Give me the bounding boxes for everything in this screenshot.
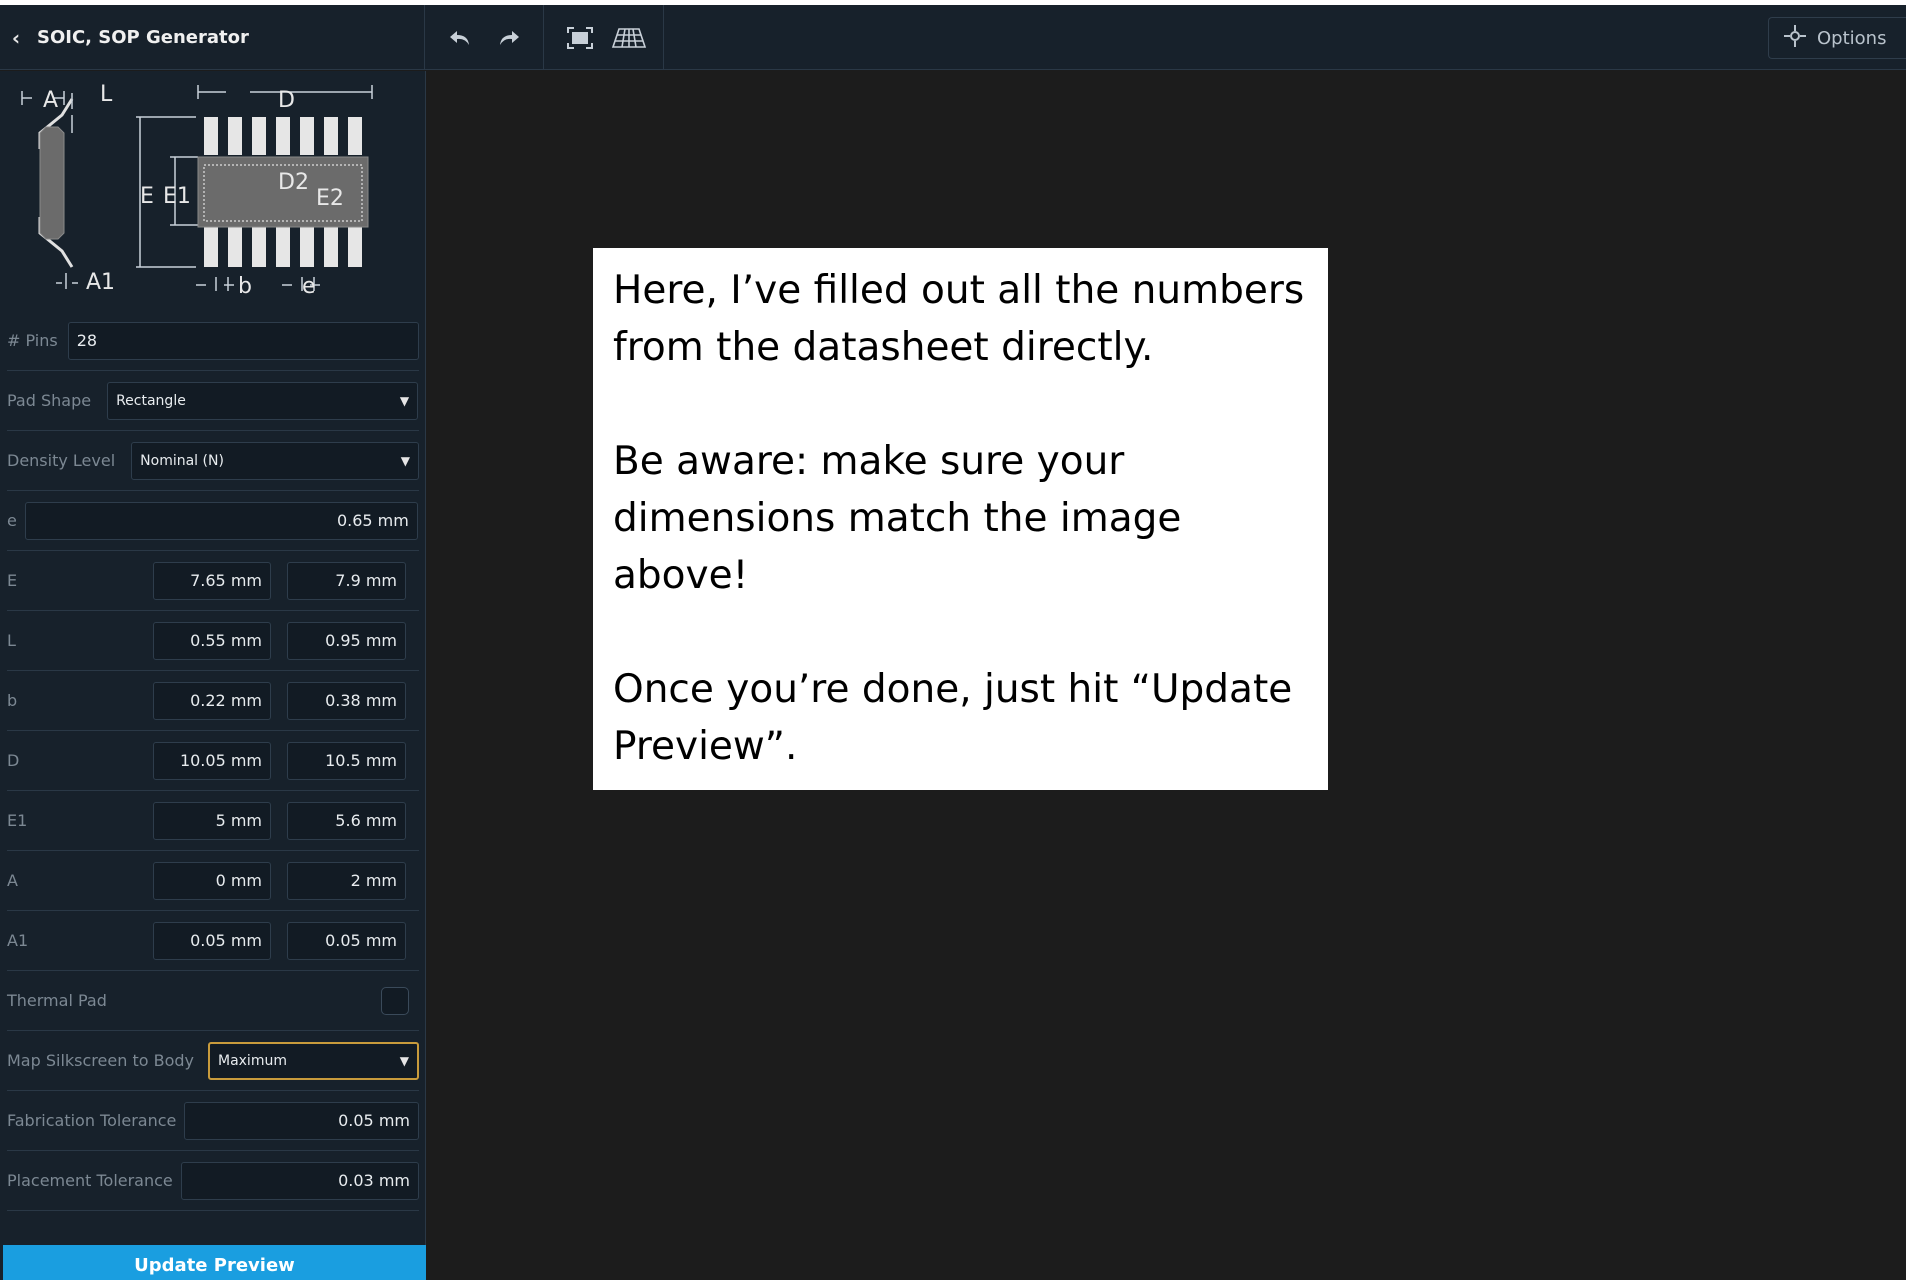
fit-screen-icon[interactable] [562, 20, 598, 56]
dim-label-b: b [238, 274, 252, 297]
dim-label-d: D [278, 88, 295, 113]
crosshair-icon [1783, 24, 1807, 53]
row-pad-shape: Pad Shape Rectangle ▼ [7, 371, 419, 431]
instruction-callout: Here, I’ve filled out all the numbers fr… [593, 248, 1328, 790]
redo-icon[interactable] [491, 20, 527, 56]
E-max-input[interactable]: 7.9 mm [287, 561, 406, 600]
placement-tolerance-label: Placement Tolerance [7, 1171, 173, 1190]
undo-icon[interactable] [442, 20, 478, 56]
dim-label-e1: E1 [163, 184, 191, 209]
chevron-left-icon[interactable]: ‹ [3, 5, 29, 70]
callout-paragraph-1: Here, I’ve filled out all the numbers fr… [613, 268, 1305, 370]
row-b: b 0.22 mm 0.38 mm [7, 671, 419, 731]
density-level-value: Nominal (N) [140, 452, 224, 469]
E1-min-input[interactable]: 5 mm [153, 801, 271, 840]
b-label: b [7, 691, 18, 710]
placement-tolerance-input[interactable]: 0.03 mm [180, 1161, 419, 1200]
density-level-select[interactable]: Nominal (N) ▼ [131, 441, 419, 480]
pitch-label: e [7, 511, 17, 530]
A-label: A [7, 871, 18, 890]
row-E1: E1 5 mm 5.6 mm [7, 791, 419, 851]
L-min-input[interactable]: 0.55 mm [153, 621, 271, 660]
map-silkscreen-value: Maximum [217, 1052, 287, 1069]
D-min-input[interactable]: 10.05 mm [153, 741, 271, 780]
fabrication-tolerance-label: Fabrication Tolerance [7, 1111, 177, 1130]
app-window: ‹ SOIC, SOP Generator Options A L D E E1… [0, 5, 1906, 1280]
title-area: ‹ SOIC, SOP Generator [0, 5, 425, 70]
pins-label: # Pins [7, 331, 58, 350]
row-L: L 0.55 mm 0.95 mm [7, 611, 419, 671]
L-label: L [7, 631, 16, 650]
E1-max-input[interactable]: 5.6 mm [287, 801, 406, 840]
row-placement-tolerance: Placement Tolerance 0.03 mm [7, 1151, 419, 1211]
dim-label-l: L [100, 82, 113, 107]
row-A1: A1 0.05 mm 0.05 mm [7, 911, 419, 971]
row-thermal-pad: Thermal Pad [7, 971, 419, 1031]
map-silkscreen-label: Map Silkscreen to Body [7, 1051, 194, 1070]
A-max-input[interactable]: 2 mm [287, 861, 406, 900]
caret-down-icon: ▼ [400, 453, 410, 468]
dim-label-a: A [43, 88, 58, 113]
page-title: SOIC, SOP Generator [37, 27, 249, 48]
dim-label-e: E [140, 184, 154, 209]
pitch-input[interactable]: 0.65 mm [24, 501, 418, 540]
A1-label: A1 [7, 931, 29, 950]
row-pins: # Pins 28 [7, 311, 419, 371]
generator-sidebar: A L D E E1 D2 E2 A1 b e # Pins 28 Pad Sh… [0, 71, 426, 1280]
row-map-silkscreen: Map Silkscreen to Body Maximum ▼ [7, 1031, 419, 1091]
view-group [545, 5, 664, 70]
options-button[interactable]: Options [1768, 17, 1906, 59]
top-toolbar: ‹ SOIC, SOP Generator Options [0, 5, 1906, 70]
thermal-pad-label: Thermal Pad [7, 991, 107, 1010]
row-pitch: e 0.65 mm [7, 491, 419, 551]
thermal-pad-checkbox[interactable] [381, 986, 409, 1015]
E-min-input[interactable]: 7.65 mm [153, 561, 271, 600]
A1-min-input[interactable]: 0.05 mm [153, 921, 271, 960]
callout-paragraph-3: Once you’re done, just hit “Update Previ… [613, 667, 1293, 769]
caret-down-icon: ▼ [399, 393, 410, 408]
update-preview-button[interactable]: Update Preview [3, 1245, 426, 1280]
b-min-input[interactable]: 0.22 mm [153, 681, 271, 720]
dim-label-d2: D2 [278, 170, 309, 195]
caret-down-icon: ▼ [399, 1053, 409, 1068]
L-max-input[interactable]: 0.95 mm [287, 621, 406, 660]
pins-input[interactable]: 28 [67, 321, 419, 360]
E1-label: E1 [7, 811, 28, 830]
row-A: A 0 mm 2 mm [7, 851, 419, 911]
D-label: D [7, 751, 20, 770]
row-fabrication-tolerance: Fabrication Tolerance 0.05 mm [7, 1091, 419, 1151]
pad-shape-value: Rectangle [116, 392, 186, 409]
A1-max-input[interactable]: 0.05 mm [287, 921, 406, 960]
row-density-level: Density Level Nominal (N) ▼ [7, 431, 419, 491]
D-max-input[interactable]: 10.5 mm [287, 741, 406, 780]
row-D: D 10.05 mm 10.5 mm [7, 731, 419, 791]
b-max-input[interactable]: 0.38 mm [287, 681, 406, 720]
history-group [426, 5, 544, 70]
pad-shape-label: Pad Shape [7, 391, 92, 410]
E-label: E [7, 571, 18, 590]
fabrication-tolerance-input[interactable]: 0.05 mm [184, 1101, 419, 1140]
dim-label-pitch: e [302, 274, 316, 297]
package-dimension-diagram: A L D E E1 D2 E2 A1 b e [21, 82, 373, 297]
options-label: Options [1817, 27, 1887, 49]
density-level-label: Density Level [7, 451, 116, 470]
row-E: E 7.65 mm 7.9 mm [7, 551, 419, 611]
pad-shape-select[interactable]: Rectangle ▼ [107, 381, 419, 420]
A-min-input[interactable]: 0 mm [153, 861, 271, 900]
callout-paragraph-2: Be aware: make sure your dimensions matc… [613, 439, 1182, 598]
dim-label-e2: E2 [316, 186, 344, 211]
map-silkscreen-select[interactable]: Maximum ▼ [207, 1041, 419, 1080]
dim-label-a1: A1 [86, 270, 115, 295]
grid-perspective-icon[interactable] [611, 20, 647, 56]
